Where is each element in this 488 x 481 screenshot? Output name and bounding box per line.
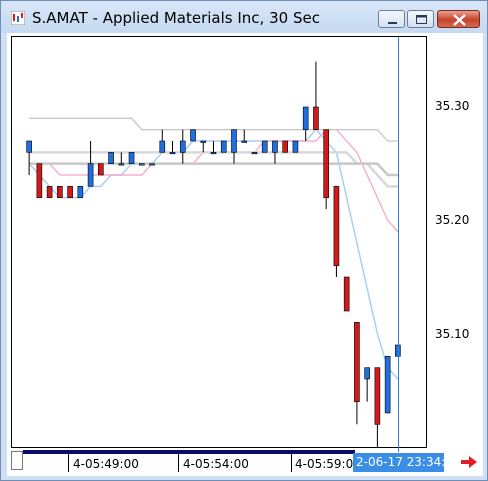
- candle-body-up: [261, 140, 268, 153]
- candle-body-up: [210, 152, 217, 155]
- price-chart: [26, 61, 401, 447]
- candle: [374, 367, 381, 447]
- candle: [179, 129, 186, 164]
- candle-body-up: [231, 129, 237, 153]
- candle-body-up: [159, 140, 166, 153]
- candle: [343, 276, 350, 312]
- candle: [149, 163, 155, 166]
- crosshair-line: [398, 37, 399, 452]
- candle-body-up: [220, 140, 227, 153]
- candle: [57, 186, 63, 198]
- candle: [138, 163, 145, 166]
- candle-body-up: [87, 163, 94, 187]
- candle: [26, 140, 32, 175]
- moving-average-line: [29, 162, 398, 177]
- candle-body-up: [77, 186, 84, 198]
- candle: [46, 186, 53, 198]
- candle-body-down: [98, 163, 104, 176]
- candle: [220, 140, 227, 153]
- candle-body-up: [108, 152, 114, 164]
- candle-body-down: [374, 367, 381, 425]
- candle: [302, 106, 309, 141]
- candle-body-up: [200, 140, 207, 143]
- candle-body-up: [179, 140, 186, 153]
- candle-body-down: [36, 163, 43, 198]
- candle-body-up: [364, 367, 370, 380]
- candle-body-down: [333, 186, 340, 266]
- candle: [159, 129, 166, 153]
- candle-body-up: [292, 140, 299, 153]
- candle-body-down: [354, 322, 360, 402]
- candle: [98, 163, 104, 176]
- candle-body-up: [118, 163, 125, 166]
- candle: [292, 140, 299, 153]
- candle-body-down: [67, 186, 73, 198]
- candle-body-up: [302, 106, 309, 130]
- candle-body-up: [272, 140, 278, 153]
- candle: [282, 140, 289, 153]
- candle-body-up: [190, 129, 196, 142]
- candle: [384, 356, 391, 414]
- candle-body-up: [384, 356, 391, 414]
- candle-body-up: [241, 140, 248, 143]
- candle: [77, 186, 84, 198]
- candle-body-up: [138, 163, 145, 166]
- candle: [323, 129, 329, 209]
- candle: [272, 140, 278, 164]
- candle: [87, 141, 94, 187]
- moving-average-line: [28, 128, 399, 380]
- candle-body-up: [251, 152, 258, 155]
- moving-average-line: [29, 117, 398, 142]
- candle-body-up: [169, 152, 176, 155]
- candle: [200, 140, 207, 153]
- candle: [67, 186, 73, 198]
- candle-body-up: [26, 140, 32, 153]
- candle-body-down: [282, 140, 289, 153]
- candle: [231, 129, 237, 164]
- candle-body-down: [323, 129, 329, 198]
- candle: [190, 129, 196, 142]
- candle-body-down: [57, 186, 63, 198]
- candle: [313, 61, 319, 130]
- candle: [261, 140, 268, 153]
- candle-body-down: [313, 106, 319, 130]
- chart-window: S.AMAT - Applied Materials Inc, 30 Sec 3…: [0, 0, 488, 481]
- candle-body-up: [149, 163, 155, 166]
- candle: [354, 322, 360, 425]
- candle-body-up: [128, 152, 135, 164]
- candle: [251, 152, 258, 155]
- candle-body-down: [46, 186, 53, 198]
- candle: [36, 163, 43, 198]
- candle-body-down: [343, 276, 350, 312]
- candle: [364, 367, 370, 402]
- candle: [333, 186, 340, 277]
- candle: [128, 152, 135, 164]
- candle: [108, 152, 114, 164]
